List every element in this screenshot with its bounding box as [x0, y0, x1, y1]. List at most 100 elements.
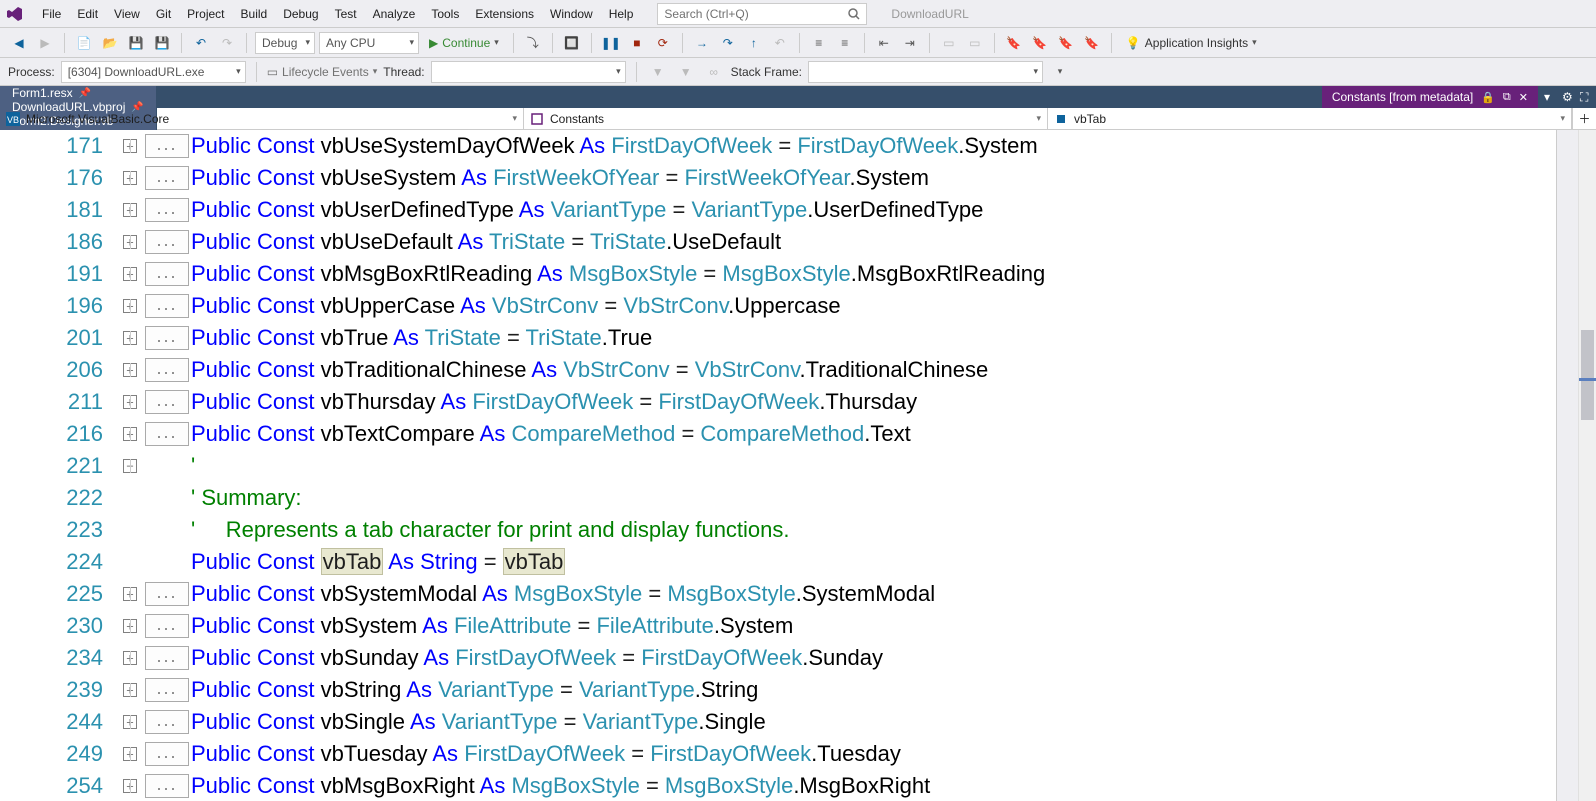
save-icon[interactable]: 💾 [125, 32, 147, 54]
collapsed-ellipsis[interactable]: ... [145, 198, 189, 222]
fold-gutter[interactable]: + [115, 267, 145, 281]
step-over-icon[interactable]: ↷ [717, 32, 739, 54]
continue-button[interactable]: ▶ Continue ▾ [423, 36, 505, 50]
fold-gutter[interactable]: + [115, 139, 145, 153]
thread-dropdown[interactable] [431, 61, 626, 83]
search-input[interactable]: Search (Ctrl+Q) [657, 3, 867, 25]
code-line[interactable]: Public Const vbTrue As TriState = TriSta… [191, 322, 1596, 354]
link-icon[interactable]: ∞ [703, 61, 725, 83]
filter2-icon[interactable]: ▼ [675, 61, 697, 83]
menu-debug[interactable]: Debug [275, 3, 326, 25]
code-line[interactable]: ' Represents a tab character for print a… [191, 514, 1596, 546]
split-editor-icon[interactable]: ＋ [1572, 108, 1596, 129]
bookmark-icon[interactable]: 🔖 [1003, 32, 1025, 54]
code-line[interactable]: Public Const vbSystemModal As MsgBoxStyl… [191, 578, 1596, 610]
doc-tab[interactable]: Form1.resx📌 [0, 86, 157, 100]
menu-extensions[interactable]: Extensions [467, 3, 542, 25]
fold-gutter[interactable]: + [115, 203, 145, 217]
vertical-scrollbar[interactable] [1578, 130, 1596, 801]
code-line[interactable]: Public Const vbUseSystemDayOfWeek As Fir… [191, 130, 1596, 162]
code-line[interactable]: Public Const vbUseSystem As FirstWeekOfY… [191, 162, 1596, 194]
tab-dropdown-icon[interactable]: ▾ [1544, 90, 1554, 104]
fold-gutter[interactable]: + [115, 683, 145, 697]
app-insights-button[interactable]: 💡 Application Insights ▾ [1120, 36, 1263, 50]
code-line[interactable]: Public Const vbTuesday As FirstDayOfWeek… [191, 738, 1596, 770]
menu-test[interactable]: Test [327, 3, 365, 25]
fold-gutter[interactable]: + [115, 651, 145, 665]
collapsed-ellipsis[interactable]: ... [145, 262, 189, 286]
collapsed-ellipsis[interactable]: ... [145, 294, 189, 318]
collapsed-ellipsis[interactable]: ... [145, 422, 189, 446]
menu-file[interactable]: File [34, 3, 69, 25]
code-line[interactable]: Public Const vbUseDefault As TriState = … [191, 226, 1596, 258]
browser-icon[interactable]: 🔲 [561, 32, 583, 54]
step-back-icon[interactable]: ↶ [769, 32, 791, 54]
code-editor[interactable]: 171+...Public Const vbUseSystemDayOfWeek… [0, 130, 1596, 801]
diag2-icon[interactable]: ≡ [834, 32, 856, 54]
nav-forward-icon[interactable]: ▶ [34, 32, 56, 54]
collapsed-ellipsis[interactable]: ... [145, 678, 189, 702]
collapsed-ellipsis[interactable]: ... [145, 774, 189, 798]
code-line[interactable]: Public Const vbUserDefinedType As Varian… [191, 194, 1596, 226]
menu-edit[interactable]: Edit [69, 3, 106, 25]
code-line[interactable]: ' Summary: [191, 482, 1596, 514]
step-out-icon[interactable]: ↑ [743, 32, 765, 54]
collapsed-ellipsis[interactable]: ... [145, 390, 189, 414]
restart-icon[interactable]: ⟳ [652, 32, 674, 54]
promote-tab-icon[interactable]: ⧉ [1503, 91, 1511, 104]
code-line[interactable]: ' [191, 450, 1596, 482]
diag1-icon[interactable]: ≡ [808, 32, 830, 54]
collapsed-ellipsis[interactable]: ... [145, 134, 189, 158]
code-line[interactable]: Public Const vbSunday As FirstDayOfWeek … [191, 642, 1596, 674]
uncomment-icon[interactable]: ▭ [964, 32, 986, 54]
menu-git[interactable]: Git [148, 3, 179, 25]
bookmark-prev-icon[interactable]: 🔖 [1029, 32, 1051, 54]
lifecycle-events-button[interactable]: ▭ Lifecycle Events ▾ [267, 65, 378, 79]
nav-type-dropdown[interactable]: Constants [524, 108, 1048, 129]
fold-gutter[interactable]: + [115, 171, 145, 185]
filter1-icon[interactable]: ▼ [647, 61, 669, 83]
collapsed-ellipsis[interactable]: ... [145, 582, 189, 606]
collapsed-ellipsis[interactable]: ... [145, 710, 189, 734]
indent-left-icon[interactable]: ⇤ [873, 32, 895, 54]
step-icon[interactable]: ⤵ [522, 32, 544, 54]
menu-view[interactable]: View [106, 3, 148, 25]
code-line[interactable]: Public Const vbTraditionalChinese As VbS… [191, 354, 1596, 386]
fold-gutter[interactable]: + [115, 587, 145, 601]
gear-icon[interactable]: ⚙ [1562, 90, 1572, 104]
step-into-icon[interactable]: → [691, 32, 713, 54]
fold-gutter[interactable]: + [115, 427, 145, 441]
collapsed-ellipsis[interactable]: ... [145, 230, 189, 254]
fold-gutter[interactable]: + [115, 715, 145, 729]
preview-tab[interactable]: Constants [from metadata] 🔒 ⧉ ✕ [1322, 86, 1538, 108]
fold-gutter[interactable]: + [115, 395, 145, 409]
fold-gutter[interactable]: + [115, 747, 145, 761]
close-tab-icon[interactable]: ✕ [1519, 91, 1528, 104]
fold-gutter[interactable]: + [115, 331, 145, 345]
fold-gutter[interactable]: + [115, 779, 145, 793]
bookmark-next-icon[interactable]: 🔖 [1055, 32, 1077, 54]
process-dropdown[interactable]: [6304] DownloadURL.exe [61, 61, 246, 83]
pin-icon[interactable]: 📌 [79, 88, 91, 99]
config-dropdown[interactable]: Debug [255, 32, 315, 54]
collapsed-ellipsis[interactable]: ... [145, 614, 189, 638]
code-line[interactable]: Public Const vbSystem As FileAttribute =… [191, 610, 1596, 642]
code-line[interactable]: Public Const vbSingle As VariantType = V… [191, 706, 1596, 738]
side-toolwindow-tabs[interactable] [1556, 130, 1578, 801]
fold-gutter[interactable]: + [115, 363, 145, 377]
scrollbar-thumb[interactable] [1581, 330, 1594, 420]
expand-icon[interactable]: ⛶ [1580, 90, 1590, 105]
new-item-icon[interactable]: 📄 [73, 32, 95, 54]
platform-dropdown[interactable]: Any CPU [319, 32, 419, 54]
collapsed-ellipsis[interactable]: ... [145, 742, 189, 766]
code-line[interactable]: Public Const vbString As VariantType = V… [191, 674, 1596, 706]
collapsed-ellipsis[interactable]: ... [145, 646, 189, 670]
code-line[interactable]: Public Const vbThursday As FirstDayOfWee… [191, 386, 1596, 418]
menu-project[interactable]: Project [179, 3, 232, 25]
code-line[interactable]: Public Const vbTextCompare As CompareMet… [191, 418, 1596, 450]
collapsed-ellipsis[interactable]: ... [145, 358, 189, 382]
toolbar-overflow-icon[interactable]: ▾ [1049, 61, 1071, 83]
code-line[interactable]: Public Const vbMsgBoxRtlReading As MsgBo… [191, 258, 1596, 290]
menu-analyze[interactable]: Analyze [365, 3, 424, 25]
fold-gutter[interactable]: + [115, 619, 145, 633]
